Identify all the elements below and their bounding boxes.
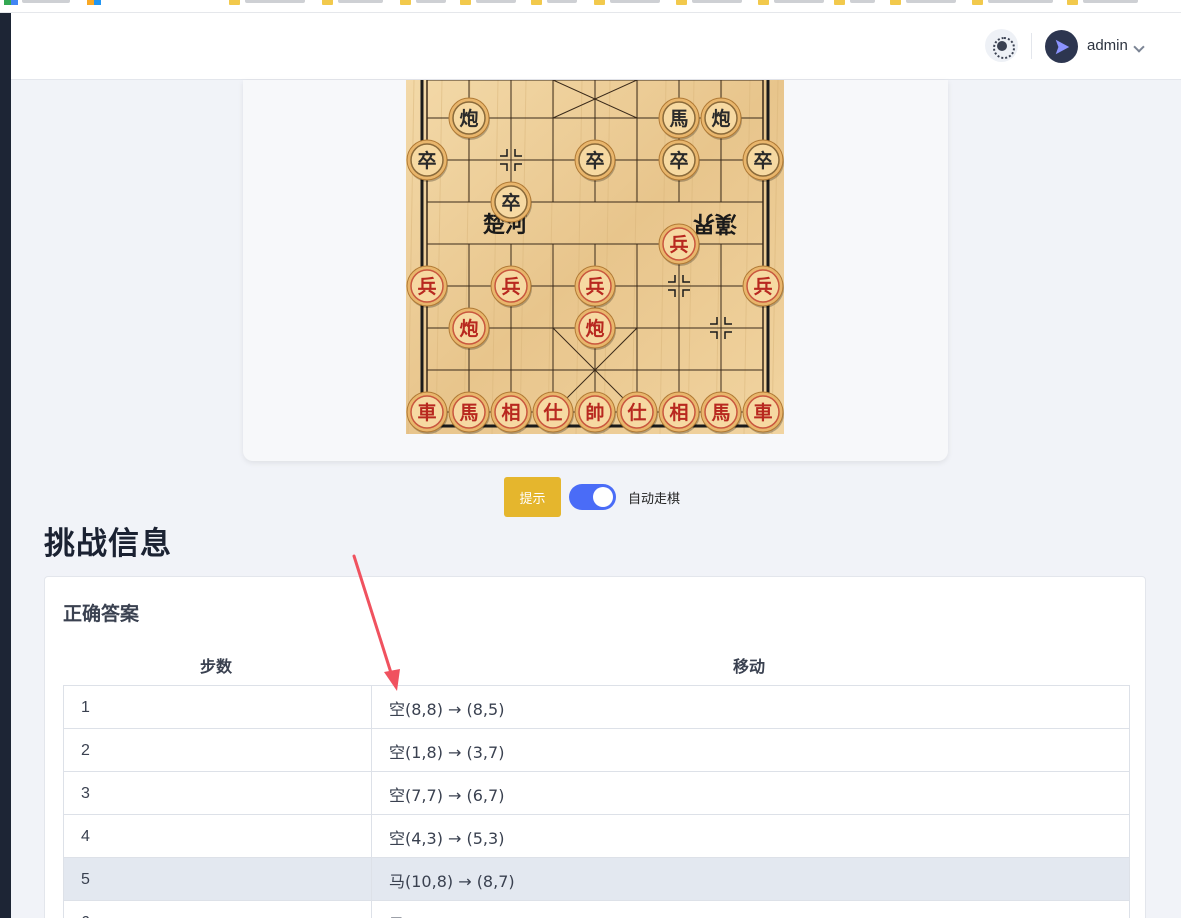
column-header-step: 步数 (200, 657, 233, 676)
piece-label: 兵 (669, 234, 688, 256)
table-row[interactable]: 4 空(4,3) → (5,3) (64, 815, 1130, 858)
folder-icon[interactable] (1067, 0, 1078, 5)
sidebar-edge (0, 13, 11, 918)
move-cell: 空(1,8) → (3,7) (372, 729, 1130, 772)
page-title: 挑战信息 (44, 526, 172, 562)
bookmark-label[interactable] (692, 0, 742, 3)
bookmark-label[interactable] (22, 0, 70, 3)
bookmark-label[interactable] (774, 0, 824, 3)
piece-label: 卒 (753, 149, 772, 172)
piece-label: 車 (417, 401, 436, 424)
bookmark-label[interactable] (988, 0, 1053, 3)
auto-move-toggle[interactable] (569, 484, 616, 510)
table-row[interactable]: 1 空(8,8) → (8,5) (64, 686, 1130, 729)
piece-label: 炮 (459, 317, 478, 340)
answer-table: 1 空(8,8) → (8,5) 2 空(1,8) → (3,7) 3 空(7,7) → … (63, 685, 1130, 918)
chess-board[interactable]: 楚河 漢界炮馬炮卒卒卒卒卒兵兵兵兵兵炮 炮車馬相仕帥仕相馬車 (406, 80, 784, 434)
top-header: admin (11, 13, 1181, 80)
avatar[interactable] (1045, 30, 1078, 63)
piece-label: 炮 (711, 107, 730, 130)
piece-label: 兵 (753, 276, 772, 298)
header-divider (1031, 33, 1032, 59)
folder-icon[interactable] (758, 0, 769, 5)
step-cell: 6 (64, 901, 372, 918)
chevron-down-icon[interactable] (1133, 41, 1145, 53)
step-cell: 3 (64, 772, 372, 815)
table-row[interactable]: 5 马(10,8) → (8,7) (64, 858, 1130, 901)
bookmark-label[interactable] (1083, 0, 1138, 3)
bookmark-label[interactable] (245, 0, 305, 3)
piece-label: 車 (753, 401, 772, 424)
piece-label: 仕 (626, 401, 646, 424)
step-cell: 5 (64, 858, 372, 901)
table-row[interactable]: 6马(1,2) → (3,3) (64, 901, 1130, 918)
column-header-move: 移动 (733, 657, 766, 676)
piece-label: 兵 (417, 276, 436, 298)
bookmark-label[interactable] (476, 0, 516, 3)
piece-label: 炮 (585, 317, 604, 340)
step-cell: 4 (64, 815, 372, 858)
move-cell: 空(8,8) → (8,5) (372, 686, 1130, 729)
hint-button[interactable]: 提示 (504, 477, 561, 517)
bookmark-label[interactable] (416, 0, 446, 3)
move-cell: 空(7,7) → (6,7) (372, 772, 1130, 815)
piece-label: 卒 (501, 191, 520, 214)
move-cell: 马(1,2) → (3,3) (372, 901, 1130, 918)
folder-icon[interactable] (890, 0, 901, 5)
piece-label: 馬 (711, 402, 730, 424)
send-icon (1055, 39, 1069, 54)
move-cell: 马(10,8) → (8,7) (372, 858, 1130, 901)
piece-label: 卒 (669, 149, 688, 172)
piece-label: 兵 (585, 276, 604, 298)
folder-icon[interactable] (322, 0, 333, 5)
answer-card: 正确答案 步数 移动 1 空(8,8) → (8,5) 2 空(1,8) → (3,7… (44, 576, 1146, 918)
app-icon[interactable] (4, 0, 18, 5)
bookmark-label[interactable] (850, 0, 875, 3)
folder-icon[interactable] (676, 0, 687, 5)
folder-icon[interactable] (400, 0, 411, 5)
step-cell: 2 (64, 729, 372, 772)
piece-label: 兵 (501, 276, 520, 298)
piece-label: 相 (501, 402, 520, 424)
piece-label: 仕 (542, 401, 562, 424)
piece-label: 帥 (585, 401, 604, 424)
answer-title: 正确答案 (63, 603, 140, 625)
folder-icon[interactable] (229, 0, 240, 5)
piece-label: 炮 (459, 107, 478, 130)
bookmark-label[interactable] (547, 0, 577, 3)
river-text-right: 漢界 (693, 210, 737, 236)
piece-label: 卒 (585, 149, 604, 172)
folder-icon[interactable] (834, 0, 845, 5)
bookmark-label[interactable] (610, 0, 660, 3)
toggle-knob (593, 487, 613, 507)
username-label[interactable]: admin (1087, 37, 1128, 54)
windows-icon[interactable] (87, 0, 101, 5)
move-cell: 空(4,3) → (5,3) (372, 815, 1130, 858)
bookmarks-bar (0, 0, 1181, 13)
theme-toggle-button[interactable] (985, 29, 1018, 62)
table-row[interactable]: 3 空(7,7) → (6,7) (64, 772, 1130, 815)
bookmark-label[interactable] (338, 0, 383, 3)
folder-icon[interactable] (594, 0, 605, 5)
table-row[interactable]: 2 空(1,8) → (3,7) (64, 729, 1130, 772)
folder-icon[interactable] (531, 0, 542, 5)
auto-move-label: 自动走棋 (628, 492, 681, 507)
step-cell: 1 (64, 686, 372, 729)
piece-label: 馬 (459, 402, 478, 424)
sun-icon (992, 36, 1015, 59)
folder-icon[interactable] (972, 0, 983, 5)
piece-label: 馬 (669, 108, 688, 130)
piece-label: 相 (669, 402, 688, 424)
piece-label: 卒 (417, 149, 436, 172)
bookmark-label[interactable] (906, 0, 956, 3)
folder-icon[interactable] (460, 0, 471, 5)
